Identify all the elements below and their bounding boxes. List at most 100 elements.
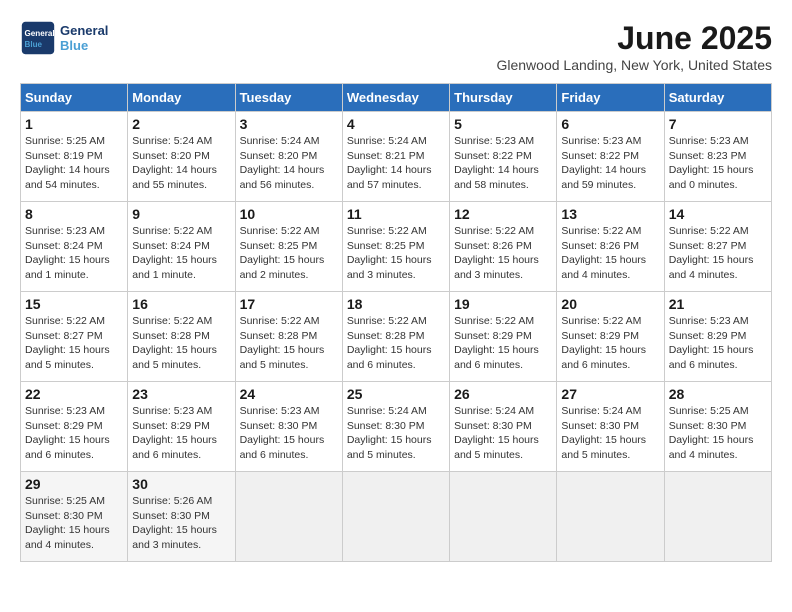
day-number: 20 xyxy=(561,296,659,312)
day-number: 16 xyxy=(132,296,230,312)
calendar-cell: 3 Sunrise: 5:24 AM Sunset: 8:20 PM Daylig… xyxy=(235,112,342,202)
calendar-cell: 16 Sunrise: 5:22 AM Sunset: 8:28 PM Dayli… xyxy=(128,292,235,382)
calendar-cell xyxy=(342,472,449,562)
calendar-cell: 7Sunrise: 5:23 AM Sunset: 8:23 PM Daylig… xyxy=(664,112,771,202)
day-number: 29 xyxy=(25,476,123,492)
day-info: Sunrise: 5:22 AM Sunset: 8:25 PM Dayligh… xyxy=(240,224,338,283)
day-number: 9 xyxy=(132,206,230,222)
header-monday: Monday xyxy=(128,84,235,112)
svg-text:General: General xyxy=(25,29,55,38)
day-number: 8 xyxy=(25,206,123,222)
day-info: Sunrise: 5:23 AM Sunset: 8:30 PM Dayligh… xyxy=(240,404,338,463)
calendar-header-row: Sunday Monday Tuesday Wednesday Thursday… xyxy=(21,84,772,112)
calendar-cell: 17 Sunrise: 5:22 AM Sunset: 8:28 PM Dayli… xyxy=(235,292,342,382)
day-info: Sunrise: 5:25 AM Sunset: 8:19 PM Dayligh… xyxy=(25,134,123,193)
day-number: 14 xyxy=(669,206,767,222)
calendar-cell: 6 Sunrise: 5:23 AM Sunset: 8:22 PM Daylig… xyxy=(557,112,664,202)
calendar-cell: 26 Sunrise: 5:24 AM Sunset: 8:30 PM Dayli… xyxy=(450,382,557,472)
calendar-week-2: 8 Sunrise: 5:23 AM Sunset: 8:24 PM Daylig… xyxy=(21,202,772,292)
day-info: Sunrise: 5:23 AM Sunset: 8:29 PM Dayligh… xyxy=(132,404,230,463)
day-info: Sunrise: 5:23 AM Sunset: 8:22 PM Dayligh… xyxy=(561,134,659,193)
day-number: 13 xyxy=(561,206,659,222)
day-info: Sunrise: 5:22 AM Sunset: 8:24 PM Dayligh… xyxy=(132,224,230,283)
day-info: Sunrise: 5:25 AM Sunset: 8:30 PM Dayligh… xyxy=(25,494,123,553)
calendar-cell: 4 Sunrise: 5:24 AM Sunset: 8:21 PM Daylig… xyxy=(342,112,449,202)
day-number: 28 xyxy=(669,386,767,402)
day-number: 1 xyxy=(25,116,123,132)
day-number: 18 xyxy=(347,296,445,312)
day-number: 27 xyxy=(561,386,659,402)
header-sunday: Sunday xyxy=(21,84,128,112)
day-number: 21 xyxy=(669,296,767,312)
calendar-cell: 5 Sunrise: 5:23 AM Sunset: 8:22 PM Daylig… xyxy=(450,112,557,202)
day-number: 30 xyxy=(132,476,230,492)
day-number: 4 xyxy=(347,116,445,132)
header-saturday: Saturday xyxy=(664,84,771,112)
calendar-week-4: 22 Sunrise: 5:23 AM Sunset: 8:29 PM Dayli… xyxy=(21,382,772,472)
header-friday: Friday xyxy=(557,84,664,112)
day-info: Sunrise: 5:23 AM Sunset: 8:22 PM Dayligh… xyxy=(454,134,552,193)
calendar-cell: 25Sunrise: 5:24 AM Sunset: 8:30 PM Dayli… xyxy=(342,382,449,472)
calendar-cell: 10 Sunrise: 5:22 AM Sunset: 8:25 PM Dayli… xyxy=(235,202,342,292)
day-info: Sunrise: 5:22 AM Sunset: 8:26 PM Dayligh… xyxy=(561,224,659,283)
calendar-cell xyxy=(557,472,664,562)
day-info: Sunrise: 5:22 AM Sunset: 8:28 PM Dayligh… xyxy=(132,314,230,373)
calendar-cell: 13 Sunrise: 5:22 AM Sunset: 8:26 PM Dayli… xyxy=(557,202,664,292)
day-number: 7 xyxy=(669,116,767,132)
calendar-cell xyxy=(235,472,342,562)
day-number: 3 xyxy=(240,116,338,132)
day-info: Sunrise: 5:22 AM Sunset: 8:25 PM Dayligh… xyxy=(347,224,445,283)
day-number: 26 xyxy=(454,386,552,402)
calendar-cell: 20Sunrise: 5:22 AM Sunset: 8:29 PM Dayli… xyxy=(557,292,664,382)
day-number: 5 xyxy=(454,116,552,132)
day-info: Sunrise: 5:24 AM Sunset: 8:30 PM Dayligh… xyxy=(454,404,552,463)
calendar-cell: 22 Sunrise: 5:23 AM Sunset: 8:29 PM Dayli… xyxy=(21,382,128,472)
calendar-cell: 28 Sunrise: 5:25 AM Sunset: 8:30 PM Dayli… xyxy=(664,382,771,472)
logo-general: General xyxy=(60,23,108,38)
logo-icon: General Blue xyxy=(20,20,56,56)
day-info: Sunrise: 5:23 AM Sunset: 8:29 PM Dayligh… xyxy=(25,404,123,463)
calendar-cell xyxy=(664,472,771,562)
calendar-cell: 18Sunrise: 5:22 AM Sunset: 8:28 PM Dayli… xyxy=(342,292,449,382)
month-title: June 2025 xyxy=(496,20,772,57)
day-info: Sunrise: 5:24 AM Sunset: 8:20 PM Dayligh… xyxy=(240,134,338,193)
day-info: Sunrise: 5:22 AM Sunset: 8:27 PM Dayligh… xyxy=(25,314,123,373)
day-info: Sunrise: 5:23 AM Sunset: 8:29 PM Dayligh… xyxy=(669,314,767,373)
calendar-cell: 11 Sunrise: 5:22 AM Sunset: 8:25 PM Dayli… xyxy=(342,202,449,292)
calendar-week-1: 1 Sunrise: 5:25 AM Sunset: 8:19 PM Daylig… xyxy=(21,112,772,202)
calendar-cell: 2Sunrise: 5:24 AM Sunset: 8:20 PM Daylig… xyxy=(128,112,235,202)
title-area: June 2025 Glenwood Landing, New York, Un… xyxy=(496,20,772,73)
calendar-week-5: 29 Sunrise: 5:25 AM Sunset: 8:30 PM Dayli… xyxy=(21,472,772,562)
calendar-cell: 8 Sunrise: 5:23 AM Sunset: 8:24 PM Daylig… xyxy=(21,202,128,292)
day-number: 17 xyxy=(240,296,338,312)
day-number: 12 xyxy=(454,206,552,222)
calendar-cell: 24 Sunrise: 5:23 AM Sunset: 8:30 PM Dayli… xyxy=(235,382,342,472)
day-number: 6 xyxy=(561,116,659,132)
svg-text:Blue: Blue xyxy=(25,40,43,49)
calendar-cell: 12 Sunrise: 5:22 AM Sunset: 8:26 PM Dayli… xyxy=(450,202,557,292)
day-info: Sunrise: 5:24 AM Sunset: 8:20 PM Dayligh… xyxy=(132,134,230,193)
day-info: Sunrise: 5:23 AM Sunset: 8:24 PM Dayligh… xyxy=(25,224,123,283)
day-number: 11 xyxy=(347,206,445,222)
day-number: 19 xyxy=(454,296,552,312)
day-number: 24 xyxy=(240,386,338,402)
day-number: 22 xyxy=(25,386,123,402)
day-info: Sunrise: 5:22 AM Sunset: 8:26 PM Dayligh… xyxy=(454,224,552,283)
calendar-cell: 14Sunrise: 5:22 AM Sunset: 8:27 PM Dayli… xyxy=(664,202,771,292)
day-info: Sunrise: 5:25 AM Sunset: 8:30 PM Dayligh… xyxy=(669,404,767,463)
day-number: 10 xyxy=(240,206,338,222)
calendar-cell xyxy=(450,472,557,562)
calendar-cell: 27Sunrise: 5:24 AM Sunset: 8:30 PM Dayli… xyxy=(557,382,664,472)
header-tuesday: Tuesday xyxy=(235,84,342,112)
location: Glenwood Landing, New York, United State… xyxy=(496,57,772,73)
header-wednesday: Wednesday xyxy=(342,84,449,112)
calendar-cell: 29 Sunrise: 5:25 AM Sunset: 8:30 PM Dayli… xyxy=(21,472,128,562)
day-info: Sunrise: 5:22 AM Sunset: 8:28 PM Dayligh… xyxy=(240,314,338,373)
day-info: Sunrise: 5:22 AM Sunset: 8:29 PM Dayligh… xyxy=(454,314,552,373)
day-info: Sunrise: 5:24 AM Sunset: 8:21 PM Dayligh… xyxy=(347,134,445,193)
day-info: Sunrise: 5:24 AM Sunset: 8:30 PM Dayligh… xyxy=(347,404,445,463)
logo: General Blue General Blue xyxy=(20,20,108,56)
day-info: Sunrise: 5:26 AM Sunset: 8:30 PM Dayligh… xyxy=(132,494,230,553)
day-number: 23 xyxy=(132,386,230,402)
header-thursday: Thursday xyxy=(450,84,557,112)
